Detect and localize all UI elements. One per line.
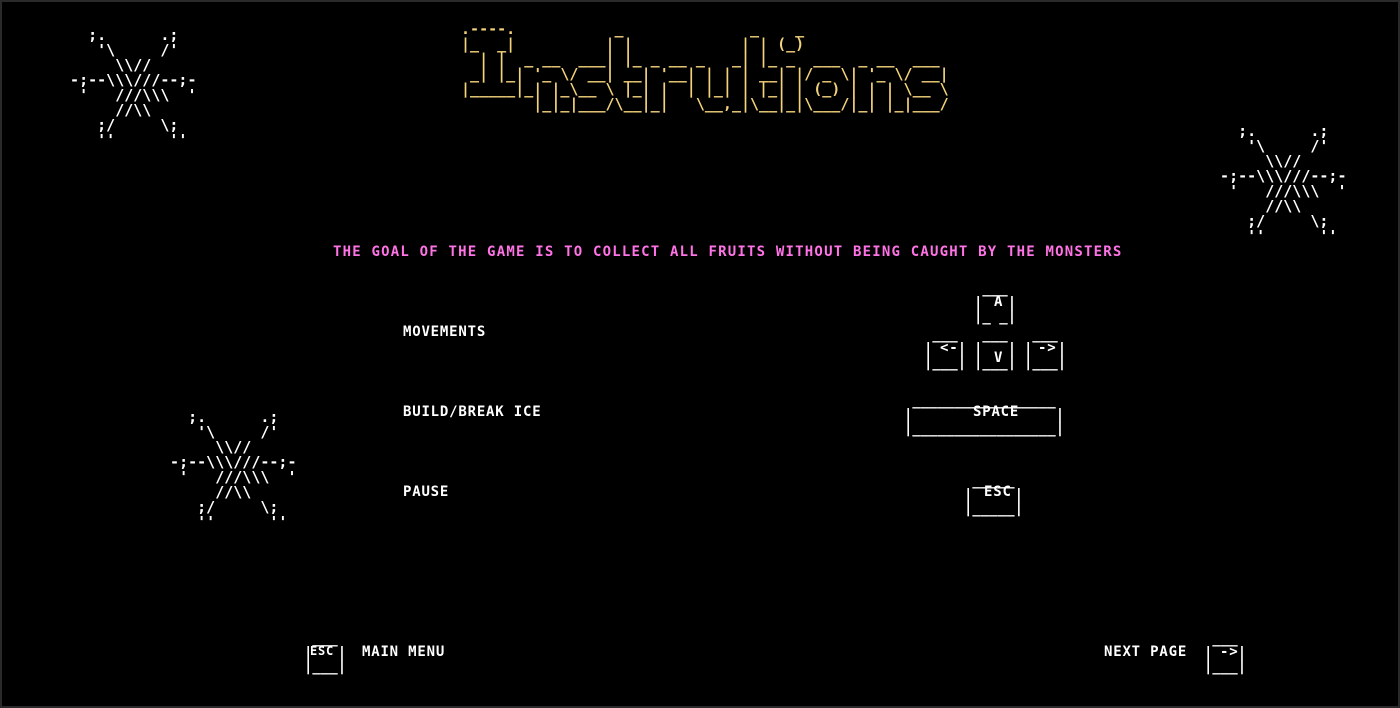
arrow-right-nav-icon: ->	[1220, 644, 1239, 660]
goal-text: THE GOAL OF THE GAME IS TO COLLECT ALL F…	[333, 244, 1123, 260]
esc-key-label: ESC	[984, 484, 1012, 500]
arrow-keys-group: ___ | | |_ _| A ___ | | |___| <- ___ | |…	[924, 282, 1074, 372]
space-key-label: SPACE	[973, 404, 1020, 420]
movements-label: MOVEMENTS	[403, 324, 487, 340]
main-menu-button[interactable]: ___ | | |___| ESC MAIN MENU	[304, 632, 464, 676]
snowflake-icon: ;. .; '\ /' \\// -;--\\\///--;- ' ///\\\…	[70, 26, 197, 149]
snowflake-icon: ;. .; '\ /' \\// -;--\\\///--;- ' ///\\\…	[1220, 122, 1347, 245]
next-page-button[interactable]: NEXT PAGE ___ | | |___| ->	[1102, 632, 1254, 676]
snowflake-icon: ;. .; '\ /' \\// -;--\\\///--;- ' ///\\\…	[170, 408, 297, 531]
main-menu-label: MAIN MENU	[362, 644, 446, 660]
next-page-label: NEXT PAGE	[1104, 644, 1188, 660]
page-title: .----. _ _ _ |_ _| | | | | (_) | | _ __ …	[461, 20, 949, 113]
pause-label: PAUSE	[403, 484, 450, 500]
arrow-right-icon: ->	[1038, 340, 1057, 356]
build-break-ice-label: BUILD/BREAK ICE	[403, 404, 542, 420]
arrow-down-icon: V	[994, 350, 1004, 366]
arrow-up-icon: A	[994, 294, 1004, 310]
arrow-left-icon: <-	[940, 340, 959, 356]
esc-nav-key-label: ESC	[310, 644, 335, 658]
